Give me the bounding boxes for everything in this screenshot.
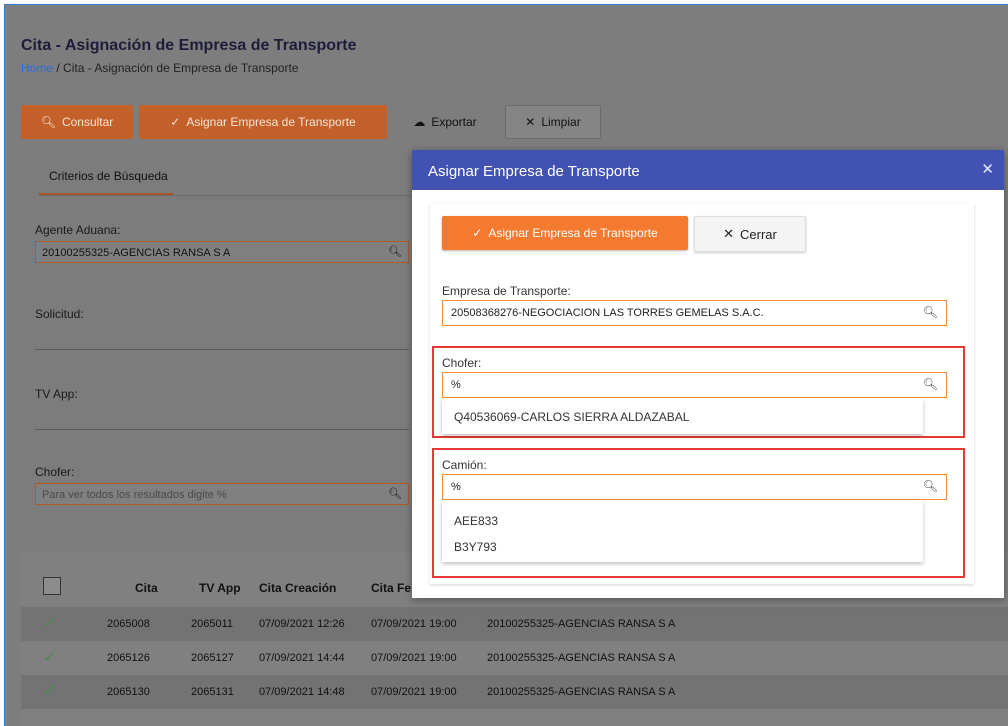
column-header-cita[interactable]: Cita xyxy=(135,581,158,595)
close-icon: ✕ xyxy=(723,226,735,241)
chofer-filter-input[interactable]: Para ver todos los resultados digite % 🔍… xyxy=(35,483,409,505)
cell-cita: 2065130 xyxy=(107,686,150,698)
cell-tvapp: 2065131 xyxy=(191,686,234,698)
check-icon: ✓ xyxy=(43,615,57,632)
cell-creacion: 07/09/2021 14:48 xyxy=(259,686,345,698)
asignar-empresa-button[interactable]: ✓ Asignar Empresa de Transporte xyxy=(139,105,387,139)
tvapp-input[interactable] xyxy=(35,429,409,430)
solicitud-label: Solicitud: xyxy=(35,307,84,321)
column-header-cita-fecha[interactable]: Cita Fe xyxy=(371,581,411,595)
check-icon: ✓ xyxy=(43,649,57,666)
chofer-option[interactable]: Q40536069-CARLOS SIERRA ALDAZABAL xyxy=(454,410,689,424)
solicitud-input[interactable] xyxy=(35,349,409,350)
empresa-input[interactable]: 20508368276-NEGOCIACION LAS TORRES GEMEL… xyxy=(442,300,947,326)
chofer-dropdown: Q40536069-CARLOS SIERRA ALDAZABAL xyxy=(442,398,923,434)
consultar-button[interactable]: 🔍︎ Consultar xyxy=(21,105,133,139)
tvapp-label: TV App: xyxy=(35,387,78,401)
cell-agente: 20100255325-AGENCIAS RANSA S A xyxy=(487,686,676,698)
asignar-dialog-label: Asignar Empresa de Transporte xyxy=(488,226,658,240)
cell-fecha: 07/09/2021 19:00 xyxy=(371,652,457,664)
cell-fecha: 07/09/2021 19:00 xyxy=(371,618,457,630)
check-icon: ✓ xyxy=(472,226,483,240)
dialog-header: Asignar Empresa de Transporte ✕ xyxy=(412,150,1004,190)
limpiar-button[interactable]: ✕ Limpiar xyxy=(505,105,601,139)
cerrar-label: Cerrar xyxy=(740,226,777,242)
cell-agente: 20100255325-AGENCIAS RANSA S A xyxy=(487,618,676,630)
table-row[interactable]: ✓ 2065130 2065131 07/09/2021 14:48 07/09… xyxy=(21,675,1008,709)
cell-tvapp: 2065127 xyxy=(191,652,234,664)
asignar-empresa-dialog-button[interactable]: ✓ Asignar Empresa de Transporte xyxy=(442,216,688,250)
cell-creacion: 07/09/2021 12:26 xyxy=(259,618,345,630)
agente-value: 20100255325-AGENCIAS RANSA S A xyxy=(42,247,231,259)
chofer-placeholder: Para ver todos los resultados digite % xyxy=(42,489,227,501)
cell-cita: 2065008 xyxy=(107,618,150,630)
close-icon[interactable]: ✕ xyxy=(981,160,994,178)
agente-label: Agente Aduana: xyxy=(35,223,121,237)
camion-option[interactable]: AEE833 xyxy=(454,514,498,528)
camion-input[interactable]: % 🔍︎ xyxy=(442,474,947,500)
exportar-label: Exportar xyxy=(431,115,477,129)
check-icon: ✓ xyxy=(43,683,57,700)
search-icon[interactable]: 🔍︎ xyxy=(388,245,402,258)
check-icon: ✓ xyxy=(170,115,181,129)
search-criteria-panel: Criterios de Búsqueda Agente Aduana: 201… xyxy=(21,153,413,531)
cell-cita: 2065126 xyxy=(107,652,150,664)
assign-transport-dialog: Asignar Empresa de Transporte ✕ ✓ Asigna… xyxy=(412,150,1004,598)
breadcrumb-home-link[interactable]: Home xyxy=(21,61,53,75)
column-header-cita-creacion[interactable]: Cita Creación xyxy=(259,581,336,595)
search-icon[interactable]: 🔍︎ xyxy=(923,377,938,391)
search-icon: 🔍︎ xyxy=(40,115,56,129)
exportar-button[interactable]: ☁ Exportar xyxy=(391,105,499,139)
agente-input[interactable]: 20100255325-AGENCIAS RANSA S A 🔍︎ xyxy=(35,241,409,263)
limpiar-label: Limpiar xyxy=(541,115,581,129)
chofer-value: % xyxy=(451,379,461,391)
close-icon: ✕ xyxy=(525,115,536,129)
breadcrumb-current: Cita - Asignación de Empresa de Transpor… xyxy=(63,61,299,75)
chofer-input[interactable]: % 🔍︎ xyxy=(442,372,947,398)
breadcrumb-separator: / xyxy=(56,61,60,75)
cell-agente: 20100255325-AGENCIAS RANSA S A xyxy=(487,652,676,664)
empresa-label: Empresa de Transporte: xyxy=(442,284,571,298)
camion-option[interactable]: B3Y793 xyxy=(454,540,497,554)
cerrar-button[interactable]: ✕ Cerrar xyxy=(694,216,806,252)
dialog-title: Asignar Empresa de Transporte xyxy=(428,163,640,180)
cell-creacion: 07/09/2021 14:44 xyxy=(259,652,345,664)
cell-fecha: 07/09/2021 19:00 xyxy=(371,686,457,698)
search-icon[interactable]: 🔍︎ xyxy=(923,479,938,493)
search-icon[interactable]: 🔍︎ xyxy=(923,305,938,319)
select-all-checkbox[interactable] xyxy=(43,577,61,595)
tab-criterios-busqueda[interactable]: Criterios de Búsqueda xyxy=(49,169,168,183)
table-row[interactable]: ✓ 2065126 2065127 07/09/2021 14:44 07/09… xyxy=(21,641,1008,675)
search-icon[interactable]: 🔍︎ xyxy=(388,487,402,500)
chofer-filter-label: Chofer: xyxy=(35,465,75,479)
camion-dropdown: AEE833 B3Y793 xyxy=(442,500,923,562)
column-header-tvapp[interactable]: TV App xyxy=(199,581,241,595)
cell-tvapp: 2065011 xyxy=(191,618,234,630)
tab-divider xyxy=(39,195,413,196)
camion-label: Camión: xyxy=(442,458,487,472)
asignar-label: Asignar Empresa de Transporte xyxy=(186,115,356,129)
breadcrumb: Home / Cita - Asignación de Empresa de T… xyxy=(21,61,299,75)
dialog-card: ✓ Asignar Empresa de Transporte ✕ Cerrar… xyxy=(430,204,974,584)
cloud-download-icon: ☁ xyxy=(413,115,426,129)
empresa-value: 20508368276-NEGOCIACION LAS TORRES GEMEL… xyxy=(451,307,764,319)
chofer-label: Chofer: xyxy=(442,356,482,370)
camion-value: % xyxy=(451,481,461,493)
table-row[interactable]: ✓ 2065008 2065011 07/09/2021 12:26 07/09… xyxy=(21,607,1008,641)
page-title: Cita - Asignación de Empresa de Transpor… xyxy=(21,37,357,54)
consultar-label: Consultar xyxy=(61,115,114,129)
